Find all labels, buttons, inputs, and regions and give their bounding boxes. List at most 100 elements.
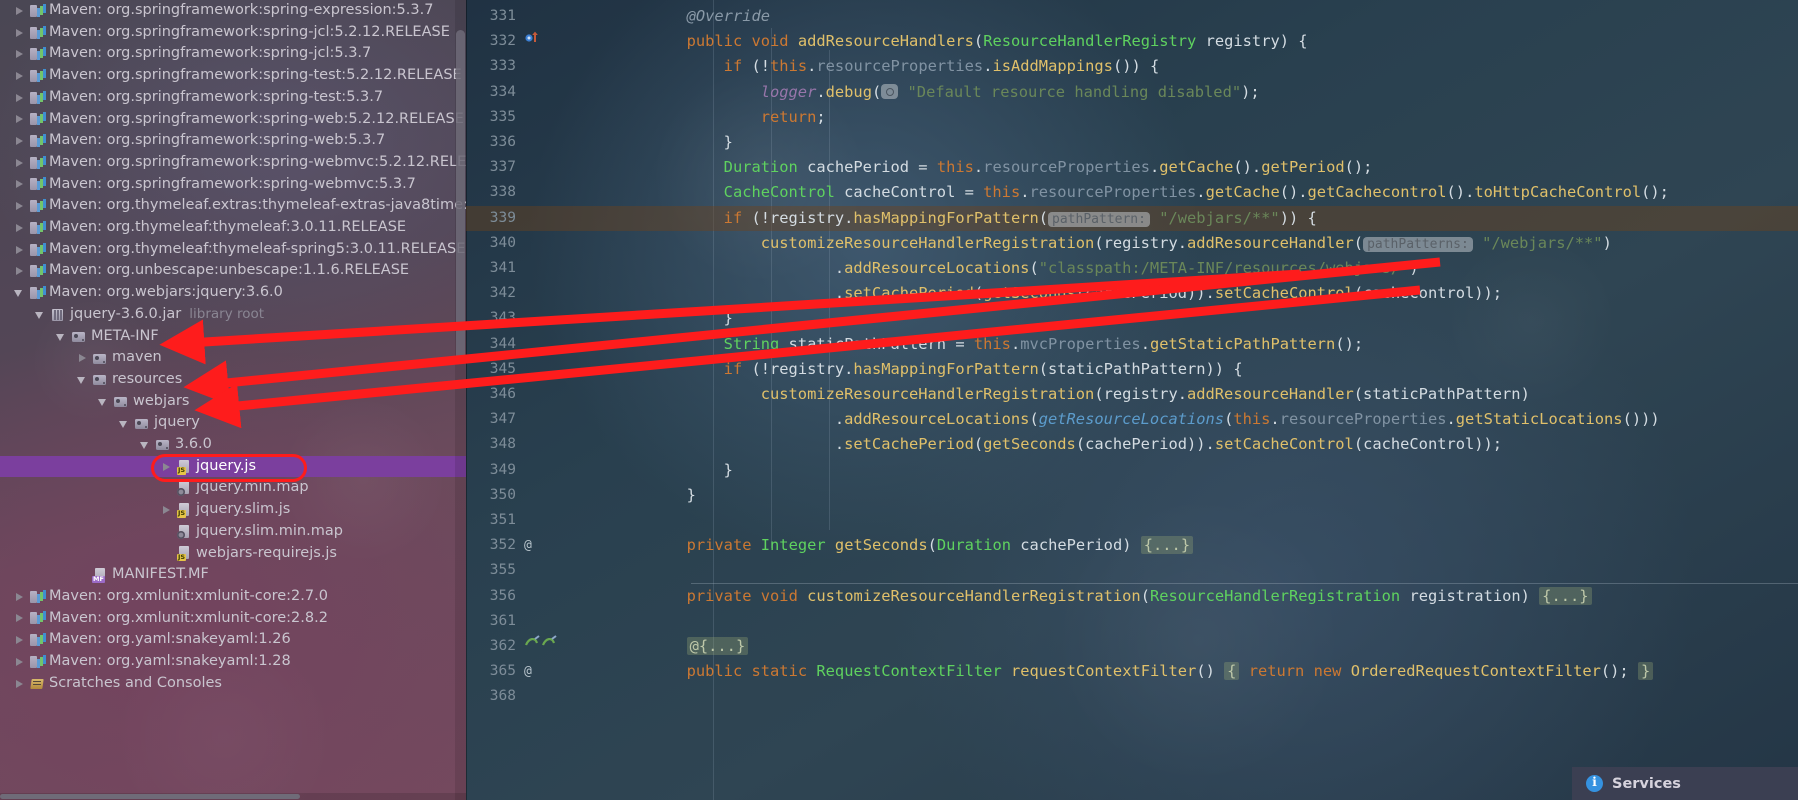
chevron-right-icon[interactable]: [14, 70, 25, 81]
folded-code-placeholder[interactable]: {: [1224, 662, 1240, 681]
tree-item[interactable]: Maven: org.springframework:spring-jcl:5.…: [0, 22, 466, 44]
code-line[interactable]: public void addResourceHandlers(Resource…: [611, 29, 1308, 54]
code-line[interactable]: CacheControl cacheControl = this.resourc…: [611, 180, 1669, 205]
code-line[interactable]: [611, 684, 631, 709]
tree-item[interactable]: Maven: org.springframework:spring-web:5.…: [0, 109, 466, 131]
chevron-right-icon[interactable]: [14, 613, 25, 624]
gutter-line[interactable]: 356: [466, 584, 611, 609]
chevron-right-icon[interactable]: [161, 504, 172, 515]
tree-item[interactable]: Scratches and Consoles: [0, 673, 466, 695]
gutter-line[interactable]: 334: [466, 80, 611, 105]
parameter-inlay-icon[interactable]: [881, 83, 899, 99]
tree-item[interactable]: Maven: org.xmlunit:xmlunit-core:2.8.2: [0, 608, 466, 630]
code-line[interactable]: [611, 508, 631, 533]
chevron-down-icon[interactable]: [14, 287, 25, 298]
parameter-name-hint[interactable]: pathPatterns:: [1363, 236, 1473, 252]
folded-code-placeholder[interactable]: {...}: [1140, 536, 1194, 555]
gutter-line[interactable]: 344: [466, 332, 611, 357]
project-tree[interactable]: Maven: org.springframework:spring-expres…: [0, 0, 466, 800]
chevron-right-icon[interactable]: [14, 244, 25, 255]
chevron-right-icon[interactable]: [14, 136, 25, 147]
gutter-line[interactable]: 340: [466, 231, 611, 256]
tree-item[interactable]: jquery: [0, 412, 466, 434]
chevron-right-icon[interactable]: [14, 266, 25, 277]
chevron-right-icon[interactable]: [14, 591, 25, 602]
gutter-line[interactable]: 355: [466, 558, 611, 583]
tree-item[interactable]: webjars-requirejs.js: [0, 543, 466, 565]
tree-item[interactable]: Maven: org.unbescape:unbescape:1.1.6.REL…: [0, 260, 466, 282]
chevron-down-icon[interactable]: [119, 418, 130, 429]
gutter-line[interactable]: 342: [466, 281, 611, 306]
code-line[interactable]: Duration cachePeriod = this.resourceProp…: [611, 155, 1373, 180]
code-line[interactable]: .addResourceLocations(getResourceLocatio…: [611, 407, 1660, 432]
chevron-down-icon[interactable]: [56, 331, 67, 342]
gutter-line[interactable]: 337: [466, 155, 611, 180]
code-line[interactable]: if (!registry.hasMappingForPattern(pathP…: [611, 206, 1317, 231]
tree-item[interactable]: jquery-3.6.0.jar library root: [0, 304, 466, 326]
code-line[interactable]: @{...}: [611, 634, 749, 659]
tree-item[interactable]: Maven: org.webjars:jquery:3.6.0: [0, 282, 466, 304]
code-line[interactable]: customizeResourceHandlerRegistration(reg…: [611, 382, 1530, 407]
tree-item[interactable]: Maven: org.thymeleaf:thymeleaf:3.0.11.RE…: [0, 217, 466, 239]
gutter-line[interactable]: 350: [466, 483, 611, 508]
code-line[interactable]: }: [611, 458, 733, 483]
code-line[interactable]: return;: [611, 105, 826, 130]
tree-item[interactable]: Maven: org.springframework:spring-expres…: [0, 0, 466, 22]
tree-scrollbar-thumb[interactable]: [456, 30, 465, 360]
gutter-line[interactable]: 341: [466, 256, 611, 281]
chevron-right-icon[interactable]: [14, 114, 25, 125]
spring-bean-gutter-icon[interactable]: [524, 634, 558, 659]
tree-item[interactable]: Maven: org.springframework:spring-webmvc…: [0, 174, 466, 196]
tree-item[interactable]: jquery.slim.js: [0, 499, 466, 521]
gutter-line[interactable]: 335: [466, 105, 611, 130]
code-line[interactable]: public static RequestContextFilter reque…: [611, 659, 1654, 684]
parameter-name-hint[interactable]: pathPattern:: [1048, 211, 1150, 227]
tree-item[interactable]: Maven: org.xmlunit:xmlunit-core:2.7.0: [0, 586, 466, 608]
editor-code-area[interactable]: @Override public void addResourceHandler…: [611, 0, 1798, 800]
tree-item[interactable]: jquery.slim.min.map: [0, 521, 466, 543]
tree-item[interactable]: Maven: org.springframework:spring-web:5.…: [0, 130, 466, 152]
gutter-line[interactable]: 368: [466, 684, 611, 709]
code-line[interactable]: private Integer getSeconds(Duration cach…: [611, 533, 1194, 558]
code-line[interactable]: logger.debug( "Default resource handling…: [611, 80, 1260, 105]
tree-item[interactable]: jquery.min.map: [0, 477, 466, 499]
chevron-down-icon[interactable]: [35, 309, 46, 320]
gutter-line[interactable]: 332: [466, 29, 611, 54]
chevron-right-icon[interactable]: [14, 49, 25, 60]
code-line[interactable]: if (!this.resourceProperties.isAddMappin…: [611, 54, 1160, 79]
tree-item[interactable]: Maven: org.springframework:spring-jcl:5.…: [0, 43, 466, 65]
chevron-right-icon[interactable]: [14, 678, 25, 689]
chevron-right-icon[interactable]: [14, 92, 25, 103]
folded-code-placeholder[interactable]: @{...}: [686, 637, 749, 655]
code-line[interactable]: String staticPathPattern = this.mvcPrope…: [611, 332, 1363, 357]
code-line[interactable]: }: [611, 130, 733, 155]
gutter-line[interactable]: 339: [466, 206, 611, 231]
code-line[interactable]: @Override: [611, 4, 770, 29]
folded-code-placeholder[interactable]: {...}: [1539, 586, 1592, 605]
chevron-right-icon[interactable]: [77, 353, 88, 364]
gutter-line[interactable]: 338: [466, 180, 611, 205]
gutter-line[interactable]: 343: [466, 306, 611, 331]
code-line[interactable]: [611, 558, 631, 583]
tree-item[interactable]: Maven: org.springframework:spring-webmvc…: [0, 152, 466, 174]
tree-vertical-scrollbar[interactable]: [455, 0, 466, 800]
chevron-down-icon[interactable]: [77, 374, 88, 385]
gutter-line[interactable]: 365 @: [466, 659, 611, 684]
code-line[interactable]: }: [611, 306, 733, 331]
tree-item[interactable]: Maven: org.springframework:spring-test:5…: [0, 87, 466, 109]
tree-item[interactable]: maven: [0, 347, 466, 369]
code-line[interactable]: .setCachePeriod(getSeconds(cachePeriod))…: [611, 432, 1502, 457]
gutter-line[interactable]: 336: [466, 130, 611, 155]
gutter-line[interactable]: 331: [466, 4, 611, 29]
folded-code-placeholder[interactable]: }: [1637, 662, 1654, 681]
code-line[interactable]: customizeResourceHandlerRegistration(reg…: [611, 231, 1612, 256]
tree-item[interactable]: 3.6.0: [0, 434, 466, 456]
services-toast[interactable]: Services: [1572, 767, 1798, 800]
tree-item[interactable]: MANIFEST.MF: [0, 564, 466, 586]
tree-horizontal-scrollbar[interactable]: [0, 793, 466, 800]
code-line[interactable]: if (!registry.hasMappingForPattern(stati…: [611, 357, 1243, 382]
annotation-gutter-icon[interactable]: @: [524, 659, 532, 684]
tree-item[interactable]: Maven: org.springframework:spring-test:5…: [0, 65, 466, 87]
chevron-right-icon[interactable]: [14, 635, 25, 646]
tree-item[interactable]: Maven: org.yaml:snakeyaml:1.26: [0, 629, 466, 651]
